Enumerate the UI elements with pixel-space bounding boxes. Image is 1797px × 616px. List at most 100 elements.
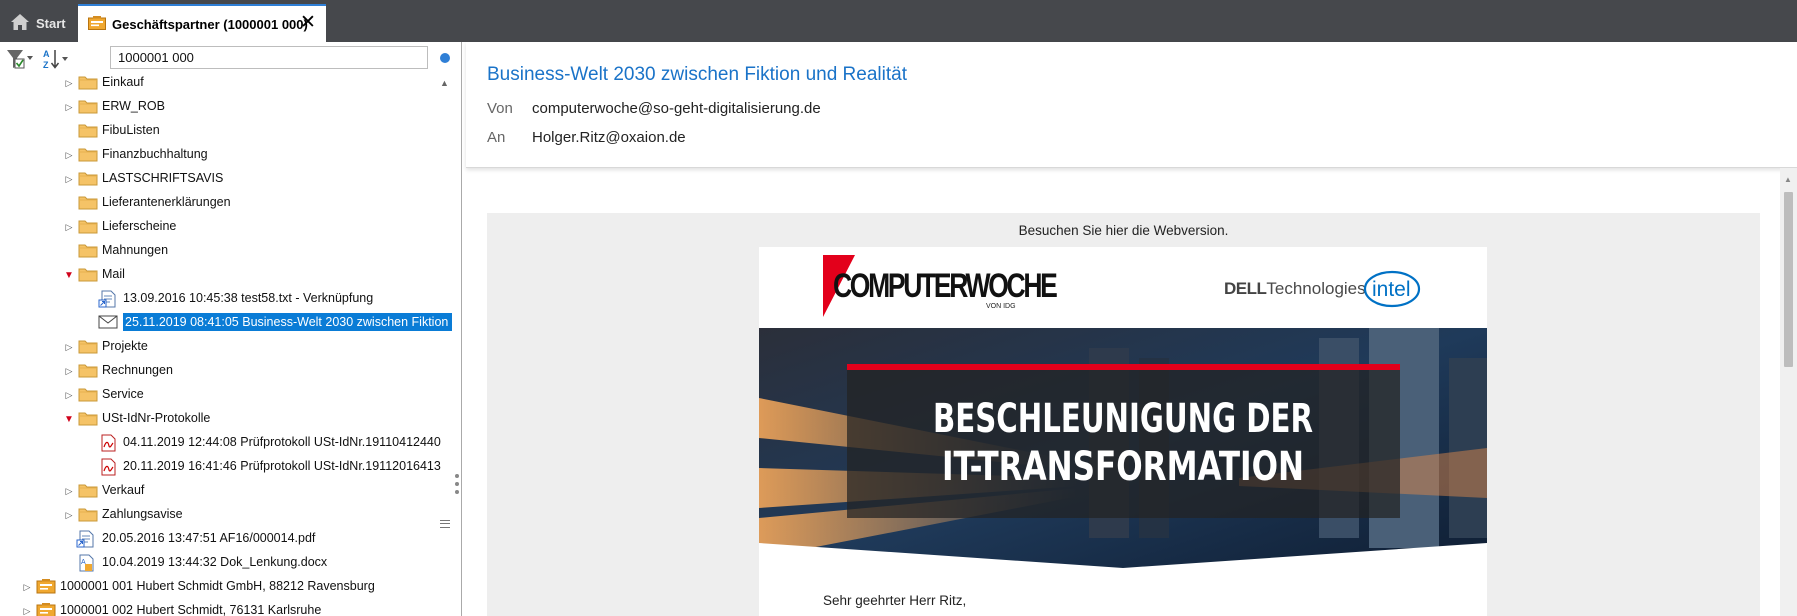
home-icon — [10, 13, 30, 34]
tree-item-label: Lieferscheine — [102, 219, 177, 233]
tree-item-label: Lieferantenerklärungen — [102, 195, 231, 209]
banner-headline-1: BESCHLEUNIGUNG DER — [933, 396, 1313, 442]
greeting-text: Sehr geehrter Herr Ritz, — [823, 593, 967, 608]
folder-icon — [78, 386, 98, 404]
folder-icon — [78, 74, 98, 92]
tree-folder[interactable]: ▷ Rechnungen — [0, 359, 452, 383]
tree-partner[interactable]: ▷ 1000001 002 Hubert Schmidt, 76131 Karls… — [0, 599, 452, 616]
folder-icon — [78, 218, 98, 236]
tree-document[interactable]: 20.11.2019 16:41:46 Prüfprotokoll USt-Id… — [0, 455, 452, 479]
intel-logo[interactable]: intel — [1363, 269, 1421, 309]
from-address: computerwoche@so-geht-digitalisierung.de — [532, 100, 821, 117]
tab-business-partner[interactable]: Geschäftspartner (1000001 000) ✕ — [78, 4, 326, 42]
tree-folder[interactable]: ▷ ERW_ROB — [0, 95, 452, 119]
hero-banner[interactable]: BESCHLEUNIGUNG DER IT-TRANSFORMATION — [759, 328, 1487, 568]
tree-item-label: Service — [102, 387, 144, 401]
sort-az-icon[interactable]: AZ — [42, 48, 70, 70]
mail-subject: Business-Welt 2030 zwischen Fiktion und … — [487, 64, 907, 85]
collapsed-arrow-icon[interactable]: ▷ — [64, 390, 74, 400]
tree-scroll-up-icon[interactable]: ▲ — [440, 78, 449, 88]
tree-document[interactable]: 04.11.2019 12:44:08 Prüfprotokoll USt-Id… — [0, 431, 452, 455]
brand-name: COMPUTERWOCHE — [833, 267, 1058, 305]
collapsed-arrow-icon[interactable]: ▷ — [22, 582, 32, 592]
banner-headline-2: IT-TRANSFORMATION — [942, 444, 1304, 490]
tree-folder[interactable]: ▼ USt-IdNr-Protokolle — [0, 407, 452, 431]
collapsed-arrow-icon[interactable]: ▷ — [22, 606, 32, 616]
tree-folder[interactable]: ▷ Projekte — [0, 335, 452, 359]
folder-icon — [78, 146, 98, 164]
menu-grip-icon[interactable] — [440, 520, 450, 528]
newsletter-content: COMPUTERWOCHE VON IDG DELLTechnologies i… — [759, 247, 1487, 616]
tree-item-label: Projekte — [102, 339, 148, 353]
folder-icon — [78, 170, 98, 188]
tree-item-label: Mail — [102, 267, 125, 281]
collapsed-arrow-icon[interactable]: ▷ — [64, 222, 74, 232]
tree-item-label: Verkauf — [102, 483, 145, 497]
computerwoche-logo[interactable]: COMPUTERWOCHE VON IDG — [823, 255, 1058, 317]
tree-item-label: USt-IdNr-Protokolle — [102, 411, 211, 425]
brand-sub: VON IDG — [986, 303, 1016, 310]
tree-item-label: Finanzbuchhaltung — [102, 147, 208, 161]
collapsed-arrow-icon[interactable]: ▷ — [64, 174, 74, 184]
splitter-handle[interactable] — [455, 472, 461, 502]
navigation-panel: AZ ▷Einkauf▷ERW_ROBFibuListen▷Finanzbuch… — [0, 42, 462, 616]
to-address: Holger.Ritz@oxaion.de — [532, 129, 686, 146]
document-link-icon — [98, 290, 118, 308]
tree-item-label: Rechnungen — [102, 363, 173, 377]
business-partner-icon — [88, 15, 106, 33]
tab-start-label: Start — [36, 15, 66, 31]
tree-folder[interactable]: ▷ Service — [0, 383, 452, 407]
tree-document[interactable]: 20.05.2016 13:47:51 AF16/000014.pdf — [0, 527, 452, 551]
collapsed-arrow-icon[interactable]: ▷ — [64, 150, 74, 160]
collapsed-arrow-icon[interactable]: ▷ — [64, 486, 74, 496]
mail-preview-panel: Business-Welt 2030 zwischen Fiktion und … — [466, 42, 1797, 616]
folder-icon — [78, 194, 98, 212]
expanded-arrow-icon[interactable]: ▼ — [64, 270, 74, 281]
tree-folder[interactable]: Mahnungen — [0, 239, 452, 263]
expanded-arrow-icon[interactable]: ▼ — [64, 414, 74, 425]
tree-document[interactable]: 25.11.2019 08:41:05 Business-Welt 2030 z… — [0, 311, 452, 335]
tree-item-label: ERW_ROB — [102, 99, 165, 113]
document-tree: ▷ Einkauf ▷ ERW_ROB FibuListen ▷ Finanzbuchhal… — [0, 74, 452, 616]
scrollbar-thumb[interactable] — [1784, 192, 1793, 367]
tree-item-label: FibuListen — [102, 123, 160, 137]
collapsed-arrow-icon[interactable]: ▷ — [64, 510, 74, 520]
collapsed-arrow-icon[interactable]: ▷ — [64, 366, 74, 376]
folder-icon — [78, 242, 98, 260]
tree-folder[interactable]: ▼ Mail — [0, 263, 452, 287]
mail-body: Besuchen Sie hier die Webversion. COMPUT… — [487, 213, 1760, 616]
webversion-link[interactable]: Besuchen Sie hier die Webversion. — [487, 223, 1760, 238]
app-window: Start Geschäftspartner (1000001 000) ✕ A… — [0, 0, 1797, 616]
tree-folder[interactable]: ▷ Verkauf — [0, 479, 452, 503]
tree-document[interactable]: 13.09.2016 10:45:38 test58.txt - Verknüp… — [0, 287, 452, 311]
tree-document[interactable]: A 10.04.2019 13:44:32 Dok_Lenkung.docx — [0, 551, 452, 575]
tree-folder[interactable]: ▷ Lieferscheine — [0, 215, 452, 239]
mail-icon — [98, 314, 118, 332]
folder-icon — [78, 410, 98, 428]
tree-item-label: 20.11.2019 16:41:46 Prüfprotokoll USt-Id… — [123, 459, 441, 473]
tree-folder[interactable]: ▷ Zahlungsavise — [0, 503, 452, 527]
mail-scrollbar[interactable]: ▲ — [1780, 168, 1797, 616]
scroll-up-icon[interactable]: ▲ — [1784, 175, 1792, 184]
tree-folder[interactable]: ▷ Finanzbuchhaltung — [0, 143, 452, 167]
tree-folder[interactable]: FibuListen — [0, 119, 452, 143]
tree-folder[interactable]: Lieferantenerklärungen — [0, 191, 452, 215]
tree-folder[interactable]: ▷ Einkauf — [0, 74, 452, 95]
tree-partner[interactable]: ▷ 1000001 001 Hubert Schmidt GmbH, 88212 … — [0, 575, 452, 599]
folder-icon — [78, 122, 98, 140]
filter-icon[interactable] — [6, 48, 34, 70]
folder-icon — [78, 362, 98, 380]
collapsed-arrow-icon[interactable]: ▷ — [64, 78, 74, 88]
tab-start[interactable]: Start — [6, 4, 74, 42]
close-icon[interactable]: ✕ — [298, 13, 318, 33]
pdf-icon — [98, 434, 118, 452]
tab-bar: Start Geschäftspartner (1000001 000) ✕ — [0, 0, 1797, 42]
pdf-icon — [98, 458, 118, 476]
collapsed-arrow-icon[interactable]: ▷ — [64, 102, 74, 112]
tree-folder[interactable]: ▷ LASTSCHRIFTSAVIS — [0, 167, 452, 191]
tree-item-label: Zahlungsavise — [102, 507, 183, 521]
status-indicator — [440, 53, 450, 63]
collapsed-arrow-icon[interactable]: ▷ — [64, 342, 74, 352]
dell-technologies-logo[interactable]: DELLTechnologies — [1224, 279, 1366, 299]
search-input[interactable] — [110, 46, 428, 69]
